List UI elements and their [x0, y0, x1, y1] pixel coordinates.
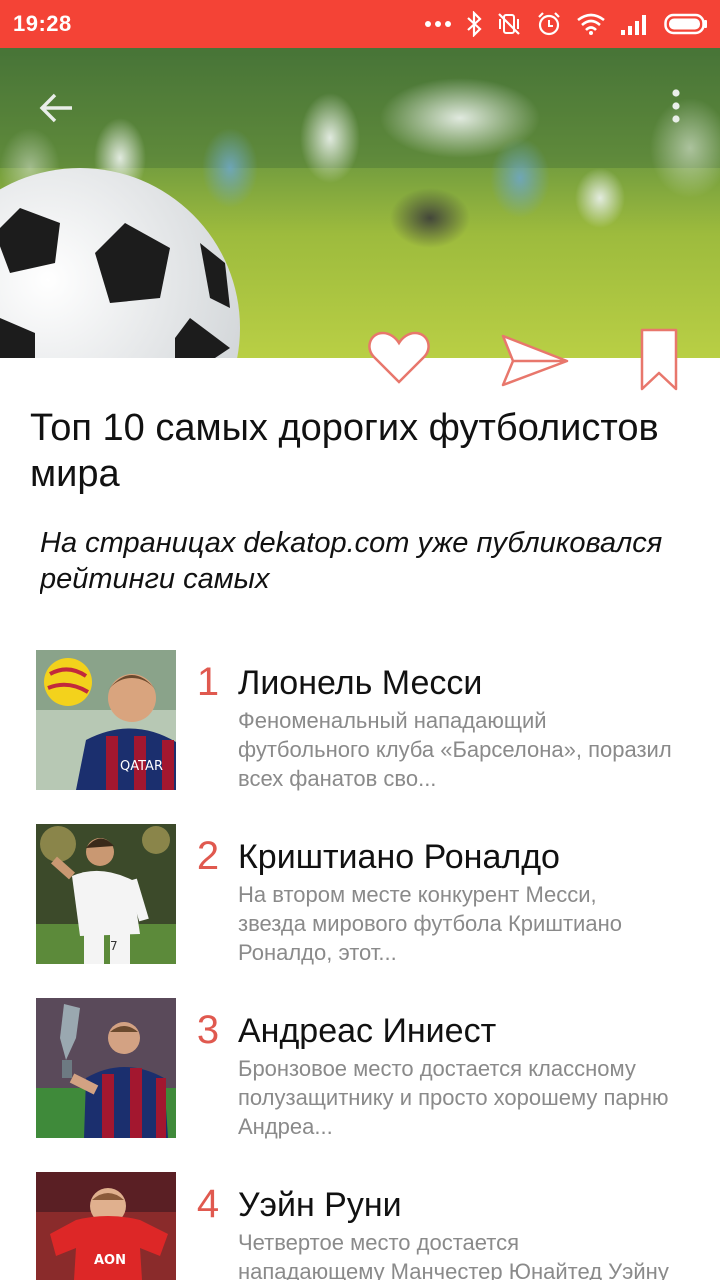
player-name: Уэйн Руни — [238, 1186, 402, 1224]
more-vert-icon — [672, 89, 680, 123]
like-button[interactable] — [364, 324, 434, 390]
player-description: Бронзовое место достается классному полу… — [238, 1056, 669, 1139]
player-description: Феноменальный нападающий футбольного клу… — [238, 708, 672, 791]
player-photo: 7 — [36, 824, 176, 964]
battery-icon — [664, 13, 708, 35]
rank-number: 4 — [196, 1182, 220, 1226]
bookmark-button[interactable] — [634, 326, 684, 394]
rank-number: 1 — [196, 660, 220, 704]
back-button[interactable] — [30, 82, 82, 134]
player-photo: AON 10 — [36, 1172, 176, 1280]
player-name: Криштиано Роналдо — [238, 838, 560, 876]
alarm-icon — [536, 11, 562, 37]
article-lead: На страницах dekatop.com уже публиковалс… — [40, 527, 663, 595]
player-photo: QATAR — [36, 650, 176, 790]
svg-text:7: 7 — [110, 939, 118, 953]
more-dots-icon — [424, 19, 452, 29]
player-photo — [36, 998, 176, 1138]
list-item[interactable]: 7 2 Криштиано Роналдо На втором месте ко… — [0, 824, 720, 974]
player-description: Четвертое место достается нападающему Ма… — [238, 1230, 669, 1280]
arrow-back-icon — [39, 93, 72, 123]
player-name: Андреас Иниест — [238, 1012, 497, 1050]
svg-text:QATAR: QATAR — [120, 759, 163, 774]
rank-number: 3 — [196, 1008, 220, 1052]
rank-number: 2 — [196, 834, 220, 878]
more-options-button[interactable] — [652, 80, 700, 132]
status-bar: 19:28 — [0, 0, 720, 48]
heart-icon — [368, 331, 430, 384]
player-description: На втором месте конкурент Месси, звезда … — [238, 882, 622, 965]
svg-text:AON: AON — [94, 1253, 126, 1268]
bluetooth-icon — [466, 11, 482, 37]
hero-image — [0, 48, 720, 358]
send-icon — [501, 334, 569, 387]
list-item[interactable]: 3 Андреас Иниест Бронзовое место достает… — [0, 998, 720, 1148]
vibrate-off-icon — [496, 11, 522, 37]
list-item[interactable]: AON 10 4 Уэйн Руни Четвертое место доста… — [0, 1172, 720, 1280]
status-icons — [424, 8, 708, 40]
bookmark-icon — [640, 328, 678, 391]
list-item[interactable]: QATAR 1 Лионель Месси Феноменальный напа… — [0, 650, 720, 800]
wifi-icon — [576, 12, 606, 36]
player-name: Лионель Месси — [238, 664, 483, 702]
signal-icon — [620, 12, 650, 36]
status-time: 19:28 — [13, 11, 72, 36]
share-button[interactable] — [494, 326, 574, 390]
article-title: Топ 10 самых дорогих футболистов мира — [30, 407, 659, 495]
